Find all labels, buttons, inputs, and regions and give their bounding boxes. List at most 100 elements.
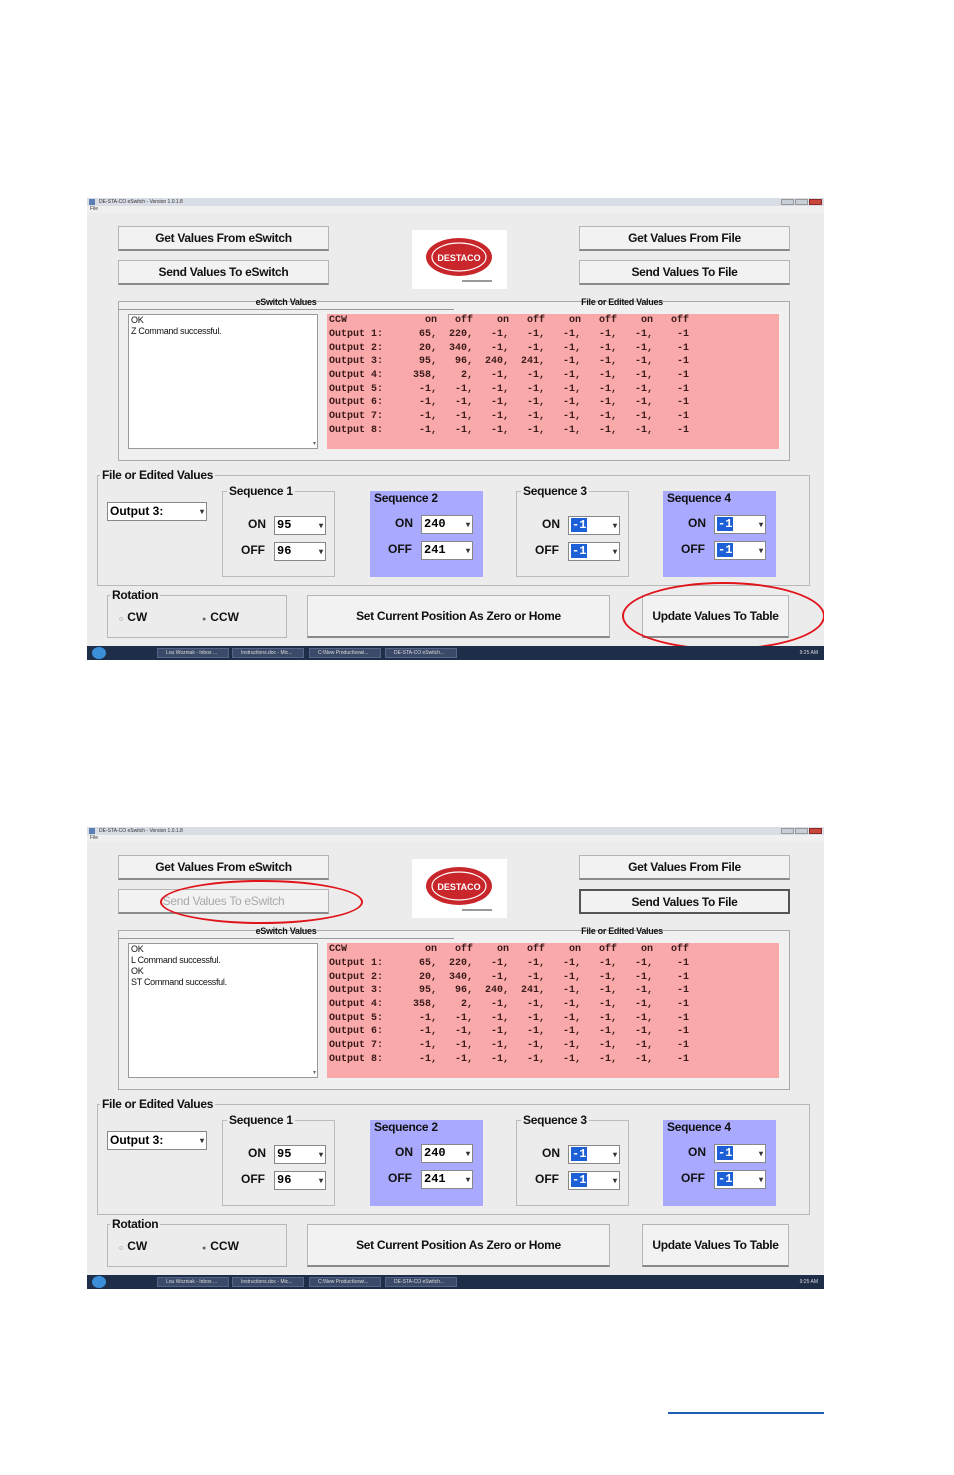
maximize-icon[interactable] (795, 828, 808, 834)
close-icon[interactable] (809, 199, 822, 205)
get-values-from-eswitch-button[interactable]: Get Values From eSwitch (118, 855, 329, 880)
sequence-2-off-input[interactable]: 241 ▾ (421, 1170, 473, 1189)
table-cell: -1 (676, 329, 689, 341)
table-cell: -1, (454, 424, 473, 436)
output-select[interactable]: Output 3: ▾ (107, 502, 207, 521)
get-values-from-file-button[interactable]: Get Values From File (579, 226, 790, 251)
dropdown-arrow-icon[interactable]: ▾ (200, 503, 204, 520)
rotation-cw-radio[interactable]: ○ CW (119, 1239, 147, 1253)
taskbar-item[interactable]: C:\New Product\eswi... (309, 1277, 381, 1287)
rotation-ccw-radio[interactable]: ● CCW (202, 610, 239, 624)
taskbar-item[interactable]: Lou Wozniak - Inbox ... (157, 648, 229, 658)
spin-arrow-icon[interactable]: ▾ (319, 543, 323, 560)
set-zero-home-button[interactable]: Set Current Position As Zero or Home (307, 595, 610, 638)
sequence-3-off-input[interactable]: -1 ▾ (568, 542, 620, 561)
taskbar-item[interactable]: Lou Wozniak - Inbox ... (157, 1277, 229, 1287)
eswitch-log[interactable]: OK L Command successful. OK ST Command succ… (128, 943, 318, 1078)
set-zero-home-button[interactable]: Set Current Position As Zero or Home (307, 1224, 610, 1267)
table-row: Output 6: -1, -1, -1, -1, -1, -1, -1, -1 (327, 1025, 779, 1039)
table-cell: -1, (634, 370, 653, 382)
spin-arrow-icon[interactable]: ▾ (613, 543, 617, 560)
spin-arrow-icon[interactable]: ▾ (466, 542, 470, 559)
send-values-to-file-button[interactable]: Send Values To File (579, 260, 790, 285)
spin-arrow-icon[interactable]: ▾ (759, 1171, 763, 1188)
tab-eswitch-values[interactable]: eSwitch Values (118, 297, 454, 307)
table-cell: 20, (418, 971, 437, 983)
sequence-4-off-input[interactable]: -1 ▾ (714, 1170, 766, 1189)
taskbar-item[interactable]: Instructions.doc - Mic... (232, 1277, 304, 1287)
tab-file-or-edited-values[interactable]: File or Edited Values (454, 926, 790, 936)
tab-eswitch-values[interactable]: eSwitch Values (118, 926, 454, 936)
taskbar-item[interactable]: Instructions.doc - Mic... (232, 648, 304, 658)
update-values-to-table-button[interactable]: Update Values To Table (642, 1224, 789, 1267)
output-select[interactable]: Output 3: ▾ (107, 1131, 207, 1150)
sequence-3-on-input[interactable]: -1 ▾ (568, 516, 620, 535)
spin-arrow-icon[interactable]: ▾ (466, 516, 470, 533)
spin-arrow-icon[interactable]: ▾ (319, 1172, 323, 1189)
spin-arrow-icon[interactable]: ▾ (759, 542, 763, 559)
taskbar-item[interactable]: DE-STA-CO eSwitch... (385, 648, 457, 658)
taskbar-item[interactable]: DE-STA-CO eSwitch... (385, 1277, 457, 1287)
sequence-2-off-input[interactable]: 241 ▾ (421, 541, 473, 560)
menu-file[interactable]: File (90, 835, 98, 842)
minimize-icon[interactable] (781, 828, 794, 834)
minimize-icon[interactable] (781, 199, 794, 205)
scroll-arrow-icon[interactable]: ▾ (313, 440, 316, 447)
on-value: -1 (717, 517, 734, 531)
sequence-3-group: Sequence 3 ON -1 ▾ OFF -1 ▾ (516, 484, 629, 577)
spin-arrow-icon[interactable]: ▾ (466, 1145, 470, 1162)
send-values-to-eswitch-button[interactable]: Send Values To eSwitch (118, 260, 329, 285)
sequence-2-on-input[interactable]: 240 ▾ (421, 1144, 473, 1163)
ccw-label: CCW (210, 610, 239, 624)
menu-file[interactable]: File (90, 206, 98, 213)
table-cell: 240, (484, 985, 509, 997)
sequence-4-on-input[interactable]: -1 ▾ (714, 515, 766, 534)
rotation-cw-radio[interactable]: ○ CW (119, 610, 147, 624)
spin-arrow-icon[interactable]: ▾ (759, 1145, 763, 1162)
spin-arrow-icon[interactable]: ▾ (319, 1146, 323, 1163)
table-cell: -1, (598, 342, 617, 354)
close-icon[interactable] (809, 828, 822, 834)
table-cell: -1, (634, 411, 653, 423)
spin-arrow-icon[interactable]: ▾ (613, 1172, 617, 1189)
get-values-from-eswitch-button[interactable]: Get Values From eSwitch (118, 226, 329, 251)
tab-file-or-edited-values[interactable]: File or Edited Values (454, 297, 790, 307)
sequence-1-off-input[interactable]: 96 ▾ (274, 542, 326, 561)
sequence-4-off-input[interactable]: -1 ▾ (714, 541, 766, 560)
spin-arrow-icon[interactable]: ▾ (613, 1146, 617, 1163)
app-window-1: DE-STA-CO eSwitch - Version 1.0.1.8 File G… (87, 198, 824, 660)
spin-arrow-icon[interactable]: ▾ (319, 517, 323, 534)
scroll-arrow-icon[interactable]: ▾ (313, 1069, 316, 1076)
spin-arrow-icon[interactable]: ▾ (759, 516, 763, 533)
table-cell: 340, (448, 342, 473, 354)
table-cell: -1 (676, 411, 689, 423)
table-cell: -1, (562, 424, 581, 436)
sequence-1-off-input[interactable]: 96 ▾ (274, 1171, 326, 1190)
sequence-4-on-input[interactable]: -1 ▾ (714, 1144, 766, 1163)
send-values-to-file-button[interactable]: Send Values To File (579, 889, 790, 914)
off-value: -1 (571, 544, 588, 558)
table-cell: -1, (418, 1040, 437, 1052)
spin-arrow-icon[interactable]: ▾ (466, 1171, 470, 1188)
sequence-2-on-input[interactable]: 240 ▾ (421, 515, 473, 534)
start-button-icon[interactable] (92, 647, 106, 659)
on-label: ON (248, 1146, 266, 1160)
dropdown-arrow-icon[interactable]: ▾ (200, 1132, 204, 1149)
off-value: -1 (717, 1172, 734, 1186)
table-cell: -1, (562, 999, 581, 1011)
sequence-1-on-input[interactable]: 95 ▾ (274, 1145, 326, 1164)
sequence-1-on-input[interactable]: 95 ▾ (274, 516, 326, 535)
rotation-ccw-radio[interactable]: ● CCW (202, 1239, 239, 1253)
on-label: ON (688, 516, 706, 530)
taskbar-item[interactable]: C:\New Product\eswi... (309, 648, 381, 658)
maximize-icon[interactable] (795, 199, 808, 205)
table-header-cell: on (640, 315, 653, 327)
get-values-from-file-button[interactable]: Get Values From File (579, 855, 790, 880)
eswitch-log[interactable]: OK Z Command successful. ▾ (128, 314, 318, 449)
start-button-icon[interactable] (92, 1276, 106, 1288)
radio-empty-icon: ○ (119, 1245, 124, 1252)
table-row: Output 7: -1, -1, -1, -1, -1, -1, -1, -1 (327, 1039, 779, 1053)
spin-arrow-icon[interactable]: ▾ (613, 517, 617, 534)
sequence-3-off-input[interactable]: -1 ▾ (568, 1171, 620, 1190)
sequence-3-on-input[interactable]: -1 ▾ (568, 1145, 620, 1164)
